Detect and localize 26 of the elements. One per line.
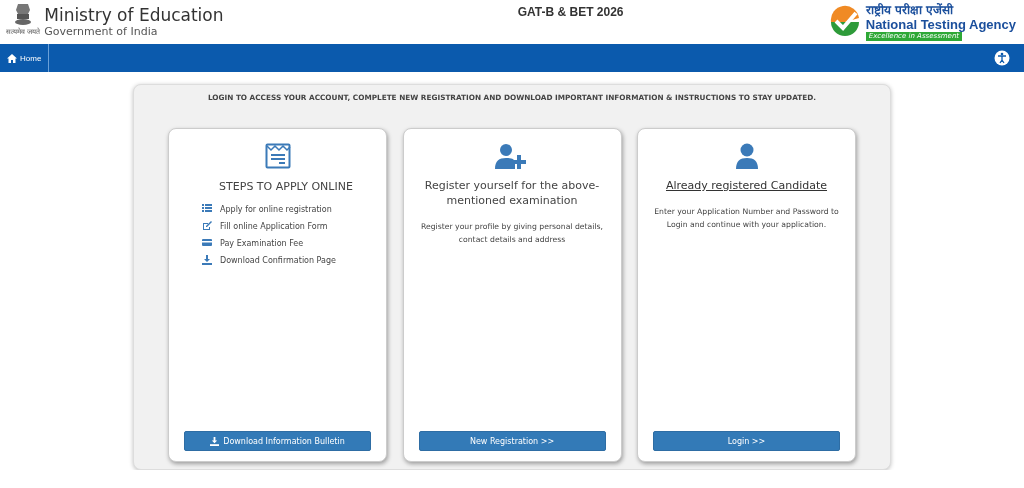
home-icon: [7, 53, 17, 63]
card-title-link[interactable]: Already registered Candidate: [666, 178, 827, 193]
step-text: Fill online Application Form: [220, 221, 328, 231]
login-button[interactable]: Login >>: [653, 431, 840, 451]
step-text: Pay Examination Fee: [220, 238, 304, 248]
list-icon: [202, 204, 212, 214]
agency-name: National Testing Agency: [865, 17, 1016, 32]
government-name: Government of India: [44, 25, 159, 38]
user-icon: [735, 143, 758, 169]
edit-icon: [202, 221, 212, 231]
download-button[interactable]: Download Information Bulletin: [184, 431, 371, 451]
card-title: Register yourself for the above-mentioned examination: [423, 178, 601, 208]
form-icon: [264, 143, 291, 169]
step-text: Download Confirmation Page: [220, 255, 336, 265]
exam-title: GAT-B & BET 2026: [517, 4, 624, 19]
card-icon: [202, 238, 212, 248]
download-icon: [202, 255, 212, 265]
add-user-icon: [495, 143, 529, 169]
agency-hindi-name: राष्ट्रीय परीक्षा एजेंसी: [865, 3, 954, 17]
home-link[interactable]: Home: [0, 44, 50, 72]
accessibility-icon[interactable]: [994, 50, 1010, 66]
ministry-name: Ministry of Education: [44, 5, 224, 25]
registration-button[interactable]: New Registration >>: [418, 431, 606, 451]
card-title: STEPS TO APPLY ONLINE: [218, 179, 354, 194]
step-text: Apply for online registration: [220, 204, 332, 214]
download-icon: [210, 436, 220, 446]
